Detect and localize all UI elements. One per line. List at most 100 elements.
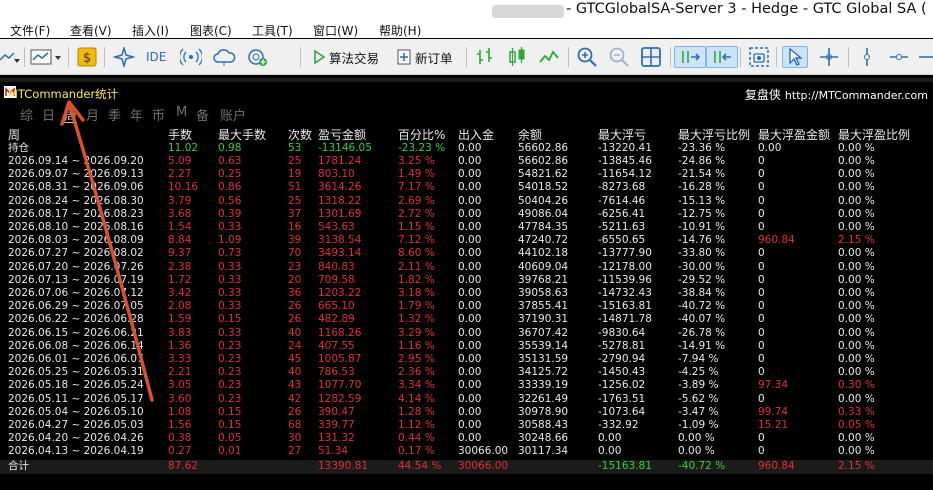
globe-add-icon[interactable] [246,46,270,68]
table-row[interactable]: 2026.04.20 ~ 2026.04.26 0.38 0.05 30 131.32 0… [0,432,933,445]
cell-period: 2026.05.18 ~ 2026.05.24 [8,379,144,392]
menu-insert[interactable]: 插入(I) [132,22,169,39]
chart-template-icon[interactable] [30,46,64,68]
cell-balance: 33339.19 [518,379,569,392]
header-period[interactable]: 周 [8,126,20,142]
dollar-icon[interactable]: $ [77,46,97,68]
tab-week[interactable]: 周 [64,105,77,124]
cell-balance: 30978.90 [518,405,569,418]
cell-max-float-profit: 0 [758,353,765,365]
table-row[interactable]: 2026.06.01 ~ 2026.06.07 3.33 0.23 45 1005.87… [0,353,933,366]
menu-view[interactable]: 查看(V) [70,22,112,39]
vertical-line-icon[interactable] [856,46,878,68]
total-row[interactable]: 合计 87.62 13390.81 44.54 % 30066.00 -15163.81 -… [0,459,933,474]
tab-day[interactable]: 日 [42,105,55,124]
cell-pnl: 1282.59 [318,392,362,405]
cell-lots: 1.54 [168,221,192,233]
tab-quarter[interactable]: 季 [108,105,121,124]
table-row[interactable]: 2026.07.13 ~ 2026.07.19 1.72 0.33 20 709.58 1… [0,274,933,287]
trendline-icon[interactable] [918,46,933,68]
header-balance[interactable]: 余额 [518,126,542,142]
table-row[interactable]: 2026.08.10 ~ 2026.08.16 1.54 0.33 16 543.63 1… [0,221,933,234]
cloud-icon[interactable] [212,46,236,68]
cursor-icon[interactable] [782,46,808,68]
chart-type-dropdown[interactable] [0,46,20,68]
table-row[interactable]: 2026.08.31 ~ 2026.09.06 10.16 0.86 51 3614.2… [0,181,933,194]
line-chart-icon[interactable] [538,46,560,68]
new-order-button[interactable]: 新订单 [392,46,458,68]
auto-scroll-button[interactable] [674,46,706,68]
svg-text:$: $ [83,51,91,66]
cell-max-float-profit: 0 [758,445,765,458]
table-row[interactable]: 2026.07.27 ~ 2026.08.02 9.37 0.73 70 3493.14… [0,247,933,260]
header-max-drawdown[interactable]: 最大浮亏 [598,126,646,142]
zoom-in-icon[interactable] [576,46,598,68]
table-row[interactable]: 2026.04.13 ~ 2026.04.19 0.27 0.01 27 51.34 0.… [0,445,933,458]
menu-file[interactable]: 文件(F) [10,22,50,39]
table-row[interactable]: 2026.06.08 ~ 2026.06.14 1.36 0.23 24 407.55 1… [0,340,933,353]
cell-max-drawdown: -13220.41 [598,142,652,154]
tab-currency[interactable]: 币 [152,105,165,124]
menu-help[interactable]: 帮助(H) [379,22,421,39]
table-row[interactable]: 2026.08.03 ~ 2026.08.09 8.84 1.09 39 3138.54… [0,234,933,247]
table-row[interactable]: 2026.05.25 ~ 2026.05.31 2.21 0.23 40 786.53 2… [0,366,933,379]
table-row[interactable]: 2026.05.11 ~ 2026.05.17 3.60 0.23 42 1282.59… [0,393,933,406]
menu-charts[interactable]: 图表(C) [190,22,232,39]
table-row[interactable]: 2026.06.15 ~ 2026.06.21 3.83 0.33 40 1168.26… [0,327,933,340]
table-row[interactable]: 2026.05.04 ~ 2026.05.10 1.08 0.15 26 390.47 1… [0,406,933,419]
table-row[interactable]: 2026.07.20 ~ 2026.07.26 2.38 0.33 23 840.83 2… [0,261,933,274]
cell-lots: 1.08 [168,405,192,418]
header-max-lots[interactable]: 最大手数 [218,126,266,142]
holding-row[interactable]: 持仓 11.02 0.98 53 -13146.05 -23.23 % 0.00 56602.… [0,142,933,155]
algo-trading-button[interactable]: 算法交易 [308,46,384,68]
table-row[interactable]: 2026.08.17 ~ 2026.08.23 3.68 0.39 37 1301.69… [0,208,933,221]
cell-max-float-profit-pct: 0.00 % [838,221,875,233]
menu-window[interactable]: 窗口(W) [313,22,358,39]
table-row[interactable]: 2026.06.29 ~ 2026.07.05 2.08 0.33 26 665.10 1… [0,300,933,313]
table-row[interactable]: 2026.08.24 ~ 2026.08.30 3.79 0.56 25 1318.22… [0,195,933,208]
cell-count: 42 [288,392,302,405]
tile-windows-icon[interactable] [640,46,662,68]
header-percent[interactable]: 百分比% [398,126,445,142]
header-deposit[interactable]: 出入金 [458,126,494,142]
header-max-drawdown-pct[interactable]: 最大浮亏比例 [678,126,750,142]
screenshot-icon[interactable] [748,46,770,68]
tab-note[interactable]: 备 [196,105,209,124]
chart-shift-button[interactable] [706,46,738,68]
horizontal-line-icon[interactable] [888,46,910,68]
cell-deposit: 0.00 [458,181,482,194]
cell-lots: 3.83 [168,326,192,339]
table-row[interactable]: 2026.09.07 ~ 2026.09.13 2.27 0.25 19 803.10 1… [0,168,933,181]
tab-magic[interactable]: M [176,105,187,120]
ide-button[interactable]: IDE [146,46,166,68]
panel-brand[interactable]: 复盘侠 http://MTCommander.com [745,86,928,103]
brand-url[interactable]: http://MTCommander.com [785,89,928,102]
header-pnl[interactable]: 盈亏金额 [318,126,366,142]
menu-tools[interactable]: 工具(T) [252,22,293,39]
expert-sparkle-icon[interactable] [113,46,135,68]
table-row[interactable]: 2026.04.27 ~ 2026.05.03 1.56 0.15 68 339.77 1… [0,419,933,432]
crosshair-icon[interactable] [818,46,840,68]
candle-chart-icon[interactable] [506,46,528,68]
mtcommander-panel: MTCommander统计 复盘侠 http://MTCommander.com … [0,78,933,490]
header-count[interactable]: 次数 [288,126,312,142]
cell-max-drawdown-pct: -15.13 % [678,194,726,207]
header-max-float-profit-pct[interactable]: 最大浮盈比例 [838,126,910,142]
cell-pnl: 131.32 [318,432,355,445]
tab-summary[interactable]: 综 [20,105,33,124]
cell-max-drawdown-pct: 0.00 % [678,445,715,458]
header-lots[interactable]: 手数 [168,126,192,142]
header-max-float-profit[interactable]: 最大浮盈金额 [758,126,830,142]
panel-title: MTCommander统计 [8,87,119,101]
tab-month[interactable]: 月 [86,105,99,124]
bar-chart-icon[interactable] [474,46,496,68]
tab-account[interactable]: 账户 [220,105,246,124]
tab-year[interactable]: 年 [130,105,143,124]
table-row[interactable]: 2026.07.06 ~ 2026.07.12 3.42 0.33 36 1203.22… [0,287,933,300]
table-row[interactable]: 2026.06.22 ~ 2026.06.28 1.59 0.15 26 482.89 1… [0,313,933,326]
cell-pnl: 482.89 [318,313,355,326]
signal-icon[interactable] [180,46,202,68]
table-row[interactable]: 2026.09.14 ~ 2026.09.20 5.09 0.63 25 1781.24… [0,155,933,168]
table-row[interactable]: 2026.05.18 ~ 2026.05.24 3.05 0.23 43 1077.70… [0,379,933,392]
zoom-out-icon[interactable] [608,46,630,68]
